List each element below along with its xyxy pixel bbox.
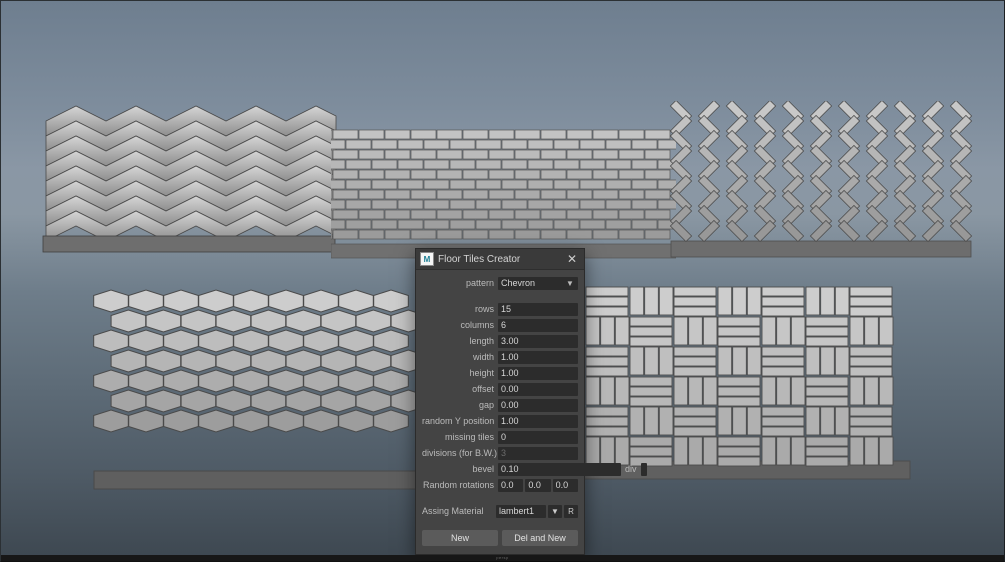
columns-input[interactable] [498, 319, 578, 332]
offset-label: offset [422, 384, 498, 394]
missing-tiles-label: missing tiles [422, 432, 498, 442]
random-y-input[interactable] [498, 415, 578, 428]
dialog-body: pattern Chevron ▼ rows columns [416, 270, 584, 554]
random-y-label: random Y position [422, 416, 498, 426]
assign-material-label: Assing Material [422, 506, 494, 516]
width-label: width [422, 352, 498, 362]
mesh-hexagons-bottom-left: (function(){ var ns="http://www.w3.org/2… [86, 281, 426, 501]
pattern-dropdown[interactable]: Chevron ▼ [498, 277, 578, 290]
bevel-div-label: div [621, 464, 641, 474]
length-input[interactable] [498, 335, 578, 348]
random-rot-x-input[interactable] [498, 479, 523, 492]
mesh-herringbone-top-right: (function(){ var ns="http://www.w3.org/2… [661, 101, 981, 271]
new-button[interactable]: New [422, 530, 498, 546]
dialog-titlebar[interactable]: M Floor Tiles Creator ✕ [416, 249, 584, 270]
columns-label: columns [422, 320, 498, 330]
pattern-label: pattern [422, 278, 498, 288]
bevel-input[interactable] [498, 463, 621, 476]
chevron-down-icon: ▼ [551, 507, 559, 516]
material-dropdown[interactable]: lambert1 [496, 505, 546, 518]
random-rot-z-input[interactable] [553, 479, 578, 492]
random-rot-y-input[interactable] [525, 479, 550, 492]
divisions-input[interactable] [498, 447, 578, 460]
mesh-chevron-top-left [41, 101, 341, 266]
close-icon[interactable]: ✕ [564, 251, 580, 267]
bevel-div-input[interactable] [641, 463, 647, 476]
dialog-title: Floor Tiles Creator [438, 254, 560, 265]
material-refresh-button[interactable]: R [564, 505, 578, 518]
mesh-basketweave-bottom-right: (function(){ var ns="http://www.w3.org/2… [576, 281, 916, 491]
chevron-down-icon: ▼ [564, 279, 576, 288]
width-input[interactable] [498, 351, 578, 364]
offset-input[interactable] [498, 383, 578, 396]
material-caret-button[interactable]: ▼ [548, 505, 562, 518]
height-label: height [422, 368, 498, 378]
maya-app-icon: M [420, 252, 434, 266]
pattern-selected: Chevron [501, 278, 535, 288]
length-label: length [422, 336, 498, 346]
rows-input[interactable] [498, 303, 578, 316]
floor-tiles-creator-dialog: M Floor Tiles Creator ✕ pattern Chevron … [415, 248, 585, 555]
bevel-label: bevel [422, 464, 498, 474]
gap-label: gap [422, 400, 498, 410]
del-and-new-button[interactable]: Del and New [502, 530, 578, 546]
rows-label: rows [422, 304, 498, 314]
mesh-brick-top-center: (function(){ var ns="http://www.w3.org/2… [331, 126, 676, 266]
viewport-3d[interactable]: (function(){ var ns="http://www.w3.org/2… [0, 0, 1005, 562]
height-input[interactable] [498, 367, 578, 380]
missing-tiles-input[interactable] [498, 431, 578, 444]
random-rotations-label: Random rotations [422, 480, 498, 490]
gap-input[interactable] [498, 399, 578, 412]
material-selected: lambert1 [499, 506, 534, 516]
divisions-label: divisions (for B.W.) [422, 448, 498, 458]
viewport-camera-label: persp [1, 555, 1004, 561]
